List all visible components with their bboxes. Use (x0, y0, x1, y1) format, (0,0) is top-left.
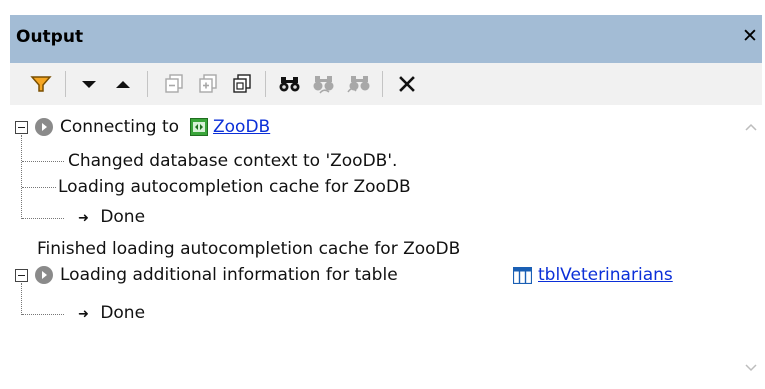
filter-icon (30, 76, 52, 92)
close-panel-button[interactable]: ✕ (740, 25, 760, 47)
binoculars-icon (279, 77, 300, 92)
toolbar-separator (65, 71, 66, 97)
find-next-icon (347, 76, 370, 93)
copy-button[interactable] (227, 69, 257, 99)
output-panel: Output ✕ Connecting to ZooDB Changed dat… (0, 0, 765, 389)
previous-message-button[interactable] (108, 69, 138, 99)
output-title-bar: Output ✕ (10, 15, 762, 63)
log-row: ➜ Done (78, 301, 145, 325)
toolbar-separator (382, 71, 383, 97)
collapse-all-icon (165, 74, 183, 93)
tree-line (22, 161, 64, 162)
next-message-icon (82, 81, 96, 88)
scroll-up-button[interactable] (743, 119, 759, 133)
message-arrow-icon (35, 266, 53, 284)
log-row: ➜ Done (78, 205, 145, 229)
log-row: Connecting to (60, 115, 179, 139)
log-row-link: ZooDB (213, 115, 270, 139)
tree-line (21, 135, 22, 219)
toolbar-separator (265, 71, 266, 97)
vertical-scrollbar[interactable] (740, 105, 762, 385)
log-row: Loading additional information for table (60, 263, 398, 287)
log-message: Done (100, 207, 146, 227)
log-message: Done (100, 303, 146, 323)
filter-button[interactable] (26, 69, 56, 99)
log-message: Finished loading autocompletion cache fo… (37, 239, 461, 259)
log-message: Loading additional information for table (60, 265, 398, 285)
log-row: Changed database context to 'ZooDB'. (68, 149, 397, 173)
tree-line (22, 314, 64, 315)
find-previous-icon (313, 76, 334, 94)
clear-output-button[interactable] (392, 69, 422, 99)
output-toolbar (10, 63, 762, 105)
collapse-all-button[interactable] (159, 69, 189, 99)
log-row: Loading autocompletion cache for ZooDB (58, 175, 411, 199)
message-arrow-icon (35, 118, 53, 136)
copy-icon (233, 74, 251, 93)
collapse-toggle[interactable] (15, 121, 28, 134)
expand-all-icon (199, 74, 217, 93)
find-button[interactable] (275, 69, 305, 99)
expand-all-button[interactable] (193, 69, 223, 99)
find-previous-button[interactable] (309, 69, 339, 99)
log-message: Loading autocompletion cache for ZooDB (58, 177, 411, 197)
log-row: Finished loading autocompletion cache fo… (37, 237, 460, 261)
table-icon (512, 266, 533, 285)
close-icon: ✕ (742, 25, 758, 47)
find-next-button[interactable] (343, 69, 373, 99)
arrow-icon: ➜ (78, 211, 89, 226)
clear-icon (399, 76, 415, 92)
next-message-button[interactable] (74, 69, 104, 99)
database-link[interactable]: ZooDB (213, 117, 270, 137)
log-message: Changed database context to 'ZooDB'. (68, 151, 398, 171)
tree-line (21, 283, 22, 315)
arrow-icon: ➜ (78, 307, 89, 322)
table-link[interactable]: tblVeterinarians (538, 265, 673, 285)
tree-line (22, 218, 64, 219)
database-icon (190, 118, 208, 136)
scroll-down-button[interactable] (743, 360, 759, 374)
previous-message-icon (116, 81, 130, 88)
chevron-down-icon (745, 364, 757, 372)
panel-title: Output (16, 27, 84, 47)
tree-line (22, 187, 56, 188)
connecting-text: Connecting to (60, 117, 180, 137)
output-log: Connecting to ZooDB Changed database con… (10, 105, 762, 389)
toolbar-separator (147, 71, 148, 97)
chevron-up-icon (745, 123, 757, 131)
log-row-link: tblVeterinarians (538, 263, 673, 287)
collapse-toggle[interactable] (15, 269, 28, 282)
